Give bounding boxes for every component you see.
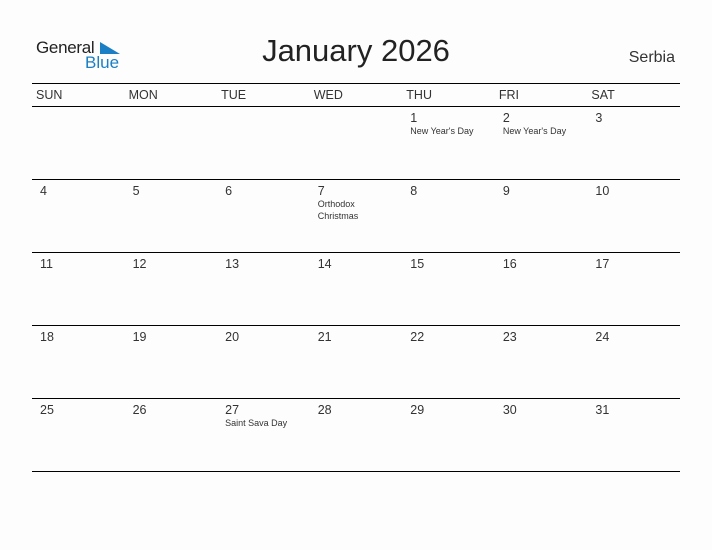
weekday-fri: FRI	[498, 88, 519, 102]
day-number: 6	[225, 184, 233, 198]
day-cell: 19	[125, 326, 218, 398]
day-number: 20	[225, 330, 240, 344]
week-row: 25 26 27 Saint Sava Day 28 29 30 31	[32, 399, 680, 472]
day-number: 16	[502, 257, 517, 271]
day-number: 2	[502, 111, 510, 125]
day-number: 9	[502, 184, 510, 198]
weekday-tue: TUE	[221, 88, 247, 102]
calendar-title: January 2026	[262, 33, 450, 68]
week-row: 1 New Year's Day 2 New Year's Day 3	[32, 107, 680, 180]
country-label: Serbia	[628, 49, 675, 66]
day-number: 8	[410, 184, 418, 198]
day-cell	[32, 107, 125, 179]
day-number: 23	[502, 330, 517, 344]
day-cell: 18	[32, 326, 125, 398]
day-number: 3	[595, 111, 603, 125]
day-cell: 24	[587, 326, 680, 398]
day-number: 26	[132, 403, 147, 417]
day-number: 4	[40, 184, 47, 198]
day-number: 17	[595, 257, 610, 271]
day-number: 29	[410, 403, 425, 417]
day-cell: 4	[32, 180, 125, 252]
day-cell: 10	[587, 180, 680, 252]
day-number: 25	[40, 403, 54, 417]
day-number: 22	[410, 330, 425, 344]
weekday-wed: WED	[313, 88, 343, 102]
weekday-sat: SAT	[591, 88, 615, 102]
day-number: 12	[132, 257, 147, 271]
day-number: 24	[595, 330, 610, 344]
day-number: 10	[595, 184, 610, 198]
day-number: 18	[40, 330, 54, 344]
weekday-mon: MON	[128, 88, 158, 102]
week-row: 11 12 13 14 15 16 17	[32, 253, 680, 326]
weekday-thu: THU	[406, 88, 432, 102]
day-cell: 15	[402, 253, 495, 325]
day-cell: 6	[217, 180, 310, 252]
day-cell: 7 Orthodox Christmas	[310, 180, 403, 252]
day-number: 5	[132, 184, 140, 198]
day-cell: 22	[402, 326, 495, 398]
day-cell: 28	[310, 399, 403, 471]
day-cell: 21	[310, 326, 403, 398]
day-number: 30	[502, 403, 517, 417]
day-number: 27	[225, 403, 240, 417]
weekday-header: SUN MON TUE WED THU FRI SAT	[32, 83, 680, 107]
day-cell: 2 New Year's Day	[495, 107, 588, 179]
week-row: 18 19 20 21 22 23 24	[32, 326, 680, 399]
day-number: 28	[317, 403, 332, 417]
day-cell: 30	[495, 399, 588, 471]
day-number: 7	[317, 184, 325, 198]
day-cell: 14	[310, 253, 403, 325]
week-row: 4 5 6 7 Orthodox Christmas 8 9 10	[32, 180, 680, 253]
day-cell: 29	[402, 399, 495, 471]
day-number: 15	[410, 257, 425, 271]
day-number: 11	[40, 257, 53, 271]
weekday-sun: SUN	[36, 88, 63, 102]
day-number: 13	[225, 257, 240, 271]
holiday-label: New Year's Day	[502, 126, 567, 136]
day-cell: 27 Saint Sava Day	[217, 399, 310, 471]
weeks-container: 1 New Year's Day 2 New Year's Day 3 4 5 6 7 Ortho…	[32, 107, 680, 472]
day-cell: 9	[495, 180, 588, 252]
day-cell: 13	[217, 253, 310, 325]
holiday-label: New Year's Day	[410, 126, 474, 136]
day-number: 19	[132, 330, 147, 344]
day-cell: 12	[125, 253, 218, 325]
holiday-label: Orthodox Christmas	[317, 199, 359, 221]
calendar-grid: SUN MON TUE WED THU FRI SAT 1 New Year's …	[32, 83, 680, 472]
day-number: 21	[317, 330, 332, 344]
day-cell: 1 New Year's Day	[402, 107, 495, 179]
day-number: 1	[410, 111, 418, 125]
day-cell: 23	[495, 326, 588, 398]
day-cell: 17	[587, 253, 680, 325]
day-number: 14	[317, 257, 332, 271]
day-cell: 11	[32, 253, 125, 325]
day-cell: 3	[587, 107, 680, 179]
day-number: 31	[595, 403, 610, 417]
day-cell: 8	[402, 180, 495, 252]
day-cell: 20	[217, 326, 310, 398]
day-cell	[310, 107, 403, 179]
day-cell: 25	[32, 399, 125, 471]
day-cell: 16	[495, 253, 588, 325]
holiday-label: Saint Sava Day	[225, 418, 288, 428]
day-cell: 31	[587, 399, 680, 471]
day-cell	[217, 107, 310, 179]
day-cell: 26	[125, 399, 218, 471]
day-cell: 5	[125, 180, 218, 252]
day-cell	[125, 107, 218, 179]
